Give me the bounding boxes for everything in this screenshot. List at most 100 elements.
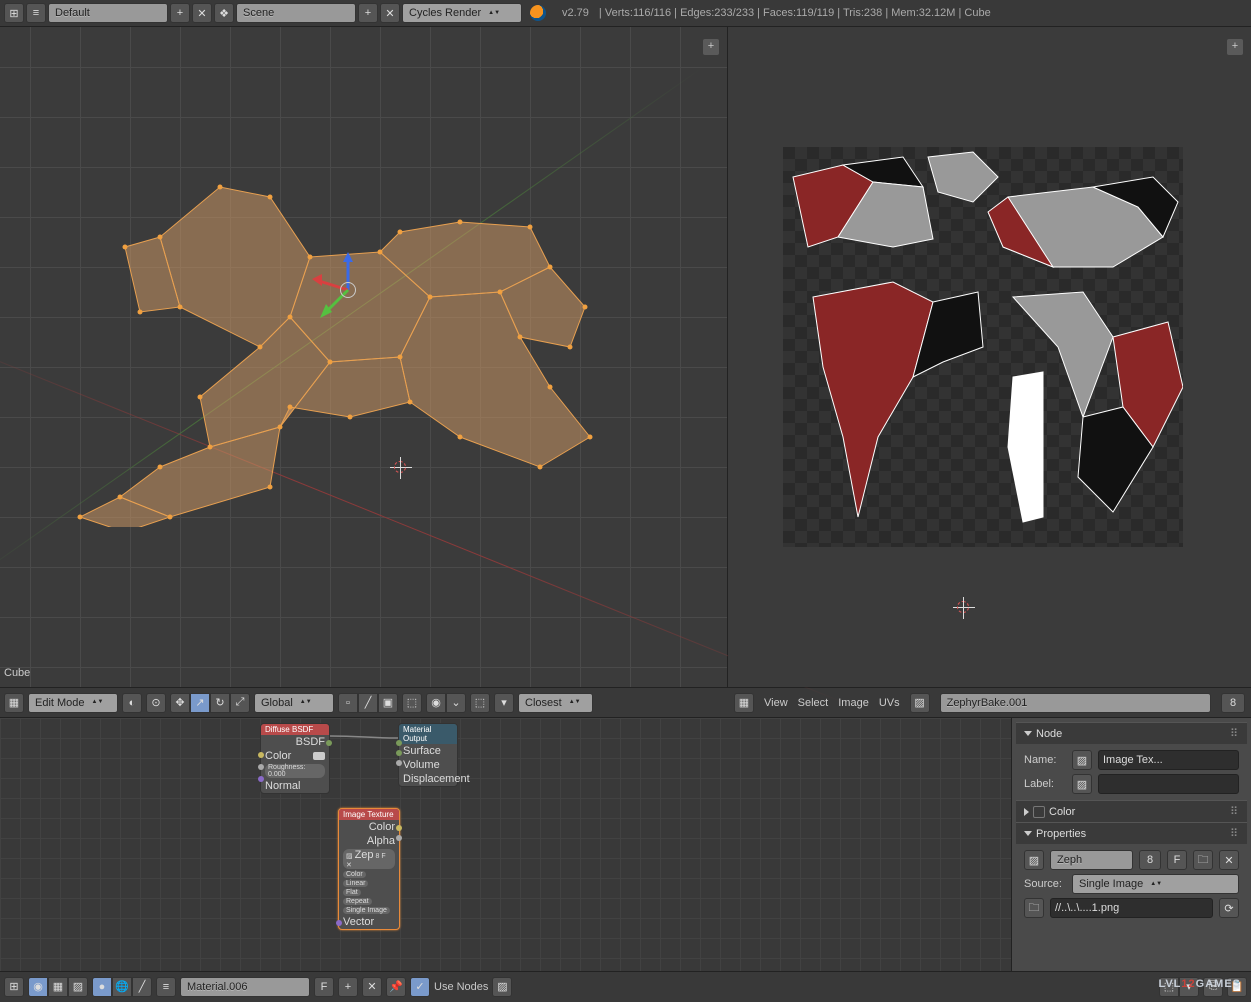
layout-field[interactable]: Default (48, 3, 168, 23)
panel-color-head[interactable]: Color⠿ (1016, 800, 1247, 822)
limit-selection-icon[interactable]: ⬚ (402, 693, 422, 713)
uv-menu-view[interactable]: View (764, 697, 788, 709)
manip-scale[interactable]: ⤢ (230, 693, 250, 713)
fake-user-button[interactable]: F (1167, 850, 1187, 870)
layout-add-button[interactable]: + (170, 3, 190, 23)
material-unlink-button[interactable]: ✕ (362, 977, 382, 997)
material-fake-user[interactable]: F (314, 977, 334, 997)
prop-edit-toggle[interactable]: ◉ (426, 693, 446, 713)
transform-gizmo[interactable] (310, 252, 390, 332)
node-name-input[interactable]: Image Tex... (1098, 750, 1239, 770)
filepath-reload-icon[interactable]: ⟳ (1219, 898, 1239, 918)
orientation-dropdown[interactable]: Global▲▼ (254, 693, 334, 713)
snap-toggle[interactable]: ⬚ (470, 693, 490, 713)
uv-editor-header: ▦ View Select Image UVs ▨ ZephyrBake.001… (728, 687, 1251, 717)
version-label: v2.79 (562, 7, 589, 19)
image-name-short[interactable]: Zeph (1050, 850, 1133, 870)
scene-field[interactable]: Scene (236, 3, 356, 23)
node-editor-canvas[interactable]: Diffuse BSDF BSDF Color Roughness: 0.000… (0, 718, 1011, 971)
use-nodes-label: Use Nodes (434, 981, 488, 993)
snap-element-icon[interactable]: ▾ (494, 693, 514, 713)
object-shader-icon[interactable]: ● (92, 977, 112, 997)
node-diffuse-bsdf[interactable]: Diffuse BSDF BSDF Color Roughness: 0.000… (260, 723, 330, 794)
node-material-output[interactable]: Material Output Surface Volume Displacem… (398, 723, 458, 787)
line-shader-icon[interactable]: ╱ (132, 977, 152, 997)
uv-shelf-toggle[interactable]: + (1227, 39, 1243, 55)
node-header: Diffuse BSDF (261, 724, 329, 735)
snap-target-dropdown[interactable]: Closest▲▼ (518, 693, 593, 713)
editor-type-icon[interactable]: ⊞ (4, 3, 24, 23)
editor-type-3dview-icon[interactable]: ▦ (4, 693, 24, 713)
image-datablock-icon[interactable]: ▨ (1024, 850, 1044, 870)
shader-tree-icon[interactable]: ◉ (28, 977, 48, 997)
uv-menu-select[interactable]: Select (798, 697, 829, 709)
texture-tree-icon[interactable]: ▨ (68, 977, 88, 997)
sel-vertex[interactable]: ▫ (338, 693, 358, 713)
compositor-tree-icon[interactable]: ▦ (48, 977, 68, 997)
prop-edit-falloff[interactable]: ⌄ (446, 693, 466, 713)
active-object-label: Cube (4, 667, 30, 679)
name-label: Name: (1024, 754, 1066, 766)
uv-menu-uvs[interactable]: UVs (879, 697, 900, 709)
screen-browse-icon[interactable]: ≡ (26, 3, 46, 23)
scene-browse-icon[interactable]: ❖ (214, 3, 234, 23)
material-add-button[interactable]: + (338, 977, 358, 997)
source-dropdown[interactable]: Single Image▲▼ (1072, 874, 1239, 894)
material-browse-icon[interactable]: ≡ (156, 977, 176, 997)
filepath-browse-icon[interactable]: 🗀 (1024, 898, 1044, 918)
uv-image-editor[interactable]: + (728, 27, 1251, 687)
node-image-texture[interactable]: Image Texture Color Alpha ▨ Zep 8 F ✕ Co… (338, 808, 400, 930)
scene-remove-button[interactable]: ✕ (380, 3, 400, 23)
panel-node-head[interactable]: Node⠿ (1016, 722, 1247, 744)
image-open-icon[interactable]: 🗀 (1193, 850, 1213, 870)
properties-shelf-toggle[interactable]: + (703, 39, 719, 55)
3d-cursor-icon (390, 457, 412, 479)
source-label: Source: (1024, 878, 1066, 890)
uv-checker-background (783, 147, 1183, 547)
image-name-field[interactable]: ZephyrBake.001 (940, 693, 1211, 713)
mode-dropdown[interactable]: Edit Mode▲▼ (28, 693, 118, 713)
manipulator-toggles: ✥ ↗ ↻ ⤢ (170, 693, 250, 713)
uv-2d-cursor-icon (953, 597, 975, 619)
pin-icon[interactable]: 📌 (386, 977, 406, 997)
pivot-icon[interactable]: ⊙ (146, 693, 166, 713)
top-header: ⊞ ≡ Default + ✕ ❖ Scene + ✕ Cycles Rende… (0, 0, 1251, 27)
manip-toggle[interactable]: ✥ (170, 693, 190, 713)
editor-type-node-icon[interactable]: ⊞ (4, 977, 24, 997)
world-shader-icon[interactable]: 🌐 (112, 977, 132, 997)
label-label: Label: (1024, 778, 1066, 790)
render-engine-dropdown[interactable]: Cycles Render▲▼ (402, 3, 522, 23)
node-tree-type-toggles: ◉ ▦ ▨ (28, 977, 88, 997)
use-nodes-toggle[interactable]: ✓ Use Nodes (410, 977, 488, 997)
sel-face[interactable]: ▣ (378, 693, 398, 713)
image-unlink-button[interactable]: ✕ (1219, 850, 1239, 870)
material-name-field[interactable]: Material.006 (180, 977, 310, 997)
panel-properties-head[interactable]: Properties⠿ (1016, 822, 1247, 844)
main-area: + (0, 27, 1251, 687)
shading-icon[interactable]: ◐ (122, 693, 142, 713)
use-nodes-checkbox[interactable]: ✓ (410, 977, 430, 997)
manip-rotate[interactable]: ↻ (210, 693, 230, 713)
scene-add-button[interactable]: + (358, 3, 378, 23)
node-type-icon[interactable]: ▨ (1072, 750, 1092, 770)
scene-stats: | Verts:116/116 | Edges:233/233 | Faces:… (599, 7, 991, 19)
color-checkbox[interactable] (1033, 806, 1045, 818)
image-browse-icon[interactable]: ▨ (910, 693, 930, 713)
uv-islands (783, 147, 1183, 547)
sel-edge[interactable]: ╱ (358, 693, 378, 713)
3d-viewport[interactable]: + (0, 27, 728, 687)
editor-type-uv-icon[interactable]: ▦ (734, 693, 754, 713)
blender-logo-icon (530, 5, 546, 21)
manip-translate[interactable]: ↗ (190, 693, 210, 713)
filepath-input[interactable]: //..\..\....1.png (1050, 898, 1213, 918)
image-users-count[interactable]: 8 (1221, 693, 1245, 713)
image-users[interactable]: 8 (1139, 850, 1161, 870)
mesh-object[interactable] (30, 147, 610, 527)
backdrop-icon[interactable]: ▨ (492, 977, 512, 997)
node-editor-header: ⊞ ◉ ▦ ▨ ● 🌐 ╱ ≡ Material.006 F + ✕ 📌 ✓ U… (0, 971, 1251, 1001)
node-label-input[interactable] (1098, 774, 1239, 794)
node-label-icon[interactable]: ▨ (1072, 774, 1092, 794)
node-properties-sidebar: Node⠿ Name: ▨ Image Tex... Label: ▨ Colo… (1011, 718, 1251, 971)
node-editor-area: Diffuse BSDF BSDF Color Roughness: 0.000… (0, 717, 1251, 971)
layout-remove-button[interactable]: ✕ (192, 3, 212, 23)
